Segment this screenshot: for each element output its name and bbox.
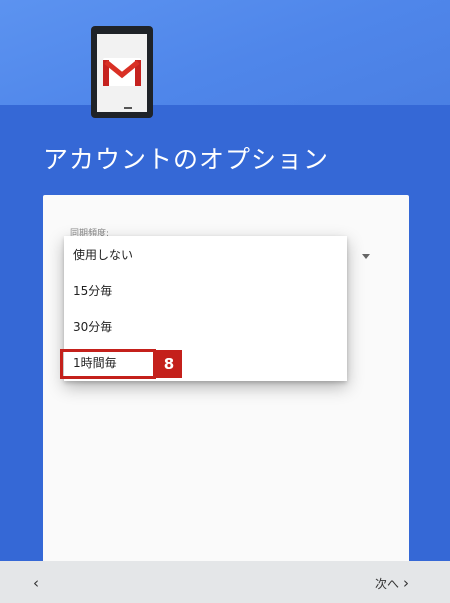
header-background (0, 0, 450, 110)
bottom-navigation-bar: ‹ 次へ › (0, 561, 450, 603)
step-badge: 8 (156, 350, 182, 378)
menu-item-30min[interactable]: 30分毎 (64, 309, 347, 345)
highlight-box (60, 349, 156, 379)
menu-item-15min[interactable]: 15分毎 (64, 273, 347, 309)
tablet-home-button (124, 107, 132, 109)
tablet-screen (97, 34, 147, 112)
menu-item-never[interactable]: 使用しない (64, 237, 347, 273)
next-button[interactable]: 次へ › (375, 573, 435, 593)
back-button[interactable]: ‹ (26, 573, 46, 593)
gmail-icon (103, 58, 141, 86)
next-button-label: 次へ (375, 577, 400, 591)
triangle-down-icon[interactable] (362, 254, 370, 259)
tablet-illustration (91, 26, 153, 118)
chevron-right-icon: › (403, 574, 410, 592)
page-title: アカウントのオプション (43, 145, 330, 174)
chevron-left-icon: ‹ (33, 574, 39, 592)
